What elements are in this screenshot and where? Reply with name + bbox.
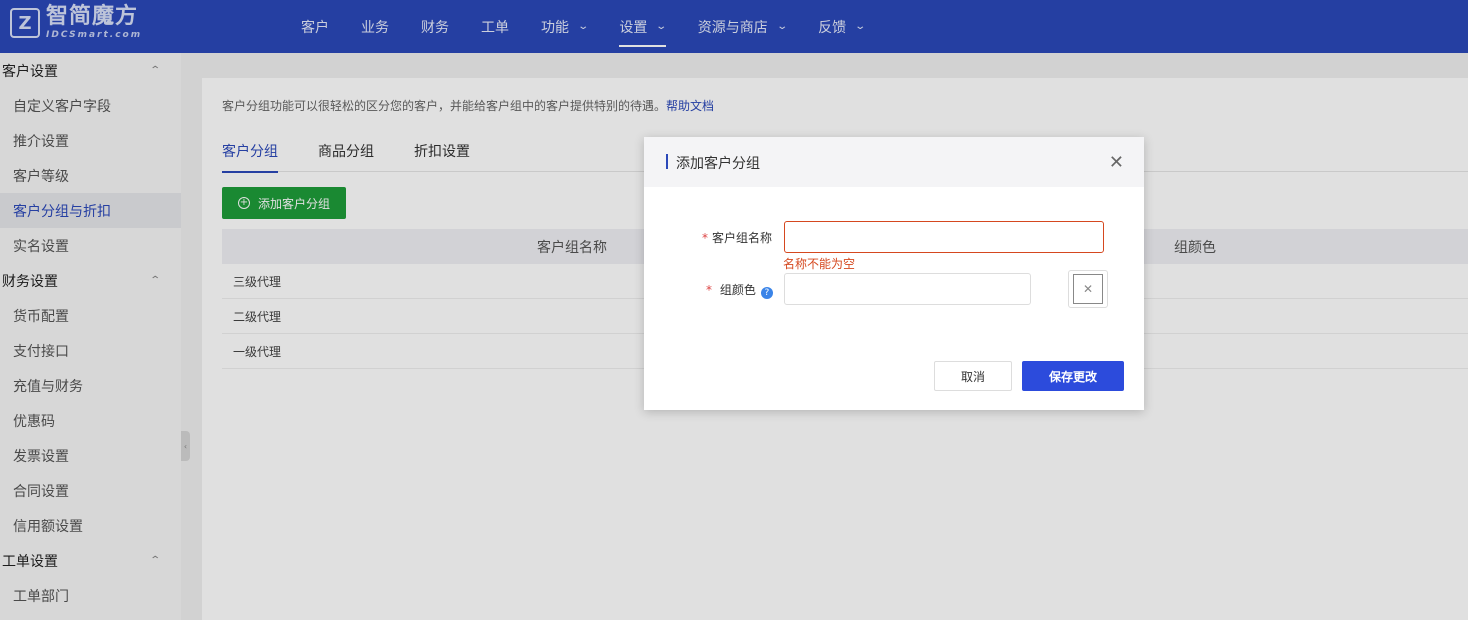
modal-header: 添加客户分组 ✕ — [644, 137, 1144, 187]
group-name-input[interactable] — [784, 221, 1104, 253]
close-icon[interactable]: ✕ — [1109, 154, 1124, 172]
question-icon[interactable]: ? — [760, 287, 773, 299]
group-color-label: * 组颜色? — [706, 281, 773, 299]
save-changes-button[interactable]: 保存更改 — [1022, 361, 1124, 391]
group-name-label: * 客户组名称 — [702, 231, 773, 245]
group-name-error: 名称不能为空 — [783, 257, 856, 271]
cancel-button[interactable]: 取消 — [934, 361, 1012, 391]
add-group-modal: 添加客户分组 ✕ * 客户组名称 名称不能为空 * 组颜色? ✕ 取消 保存更改 — [644, 137, 1144, 410]
modal-title: 添加客户分组 — [666, 153, 760, 173]
color-picker[interactable]: ✕ — [1068, 270, 1108, 308]
clear-color-icon: ✕ — [1073, 274, 1103, 304]
group-color-input[interactable] — [784, 273, 1031, 305]
